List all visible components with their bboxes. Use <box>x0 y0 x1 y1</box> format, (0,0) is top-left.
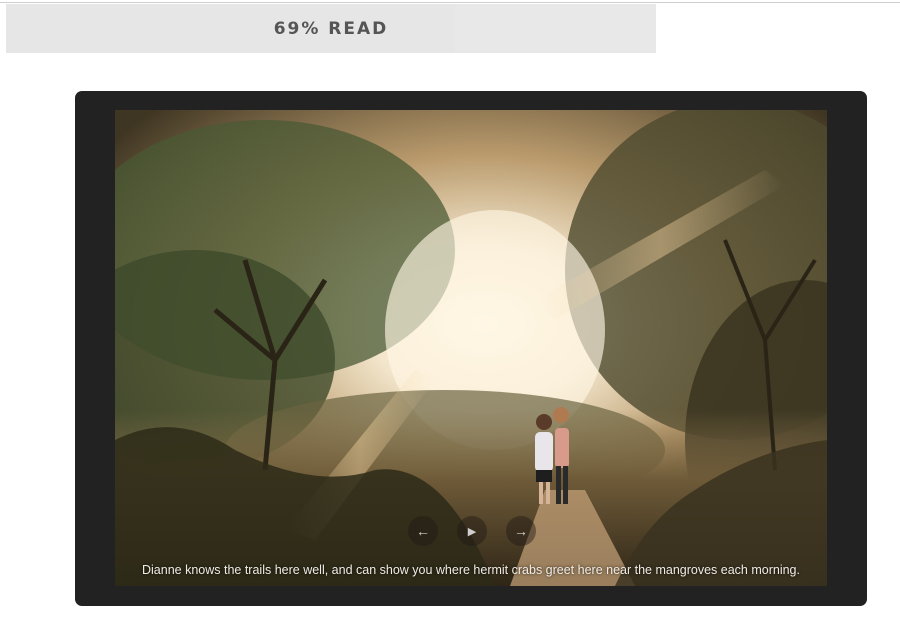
previous-button[interactable]: ← <box>408 516 438 546</box>
photo-caption: Dianne knows the trails here well, and c… <box>142 563 800 577</box>
next-button[interactable]: → <box>506 516 536 546</box>
play-icon: ▶ <box>467 525 477 538</box>
photo-gallery: ← ▶ → Dianne knows the trails here well,… <box>75 91 867 606</box>
reading-progress-bar: 69% READ <box>6 4 656 53</box>
arrow-right-icon: → <box>514 523 528 539</box>
top-divider <box>0 2 900 3</box>
gallery-photo: ← ▶ → Dianne knows the trails here well,… <box>115 110 827 586</box>
play-button[interactable]: ▶ <box>457 516 487 546</box>
reading-progress-label: 69% READ <box>273 18 389 39</box>
slideshow-controls: ← ▶ → <box>408 514 536 548</box>
arrow-left-icon: ← <box>416 523 430 539</box>
